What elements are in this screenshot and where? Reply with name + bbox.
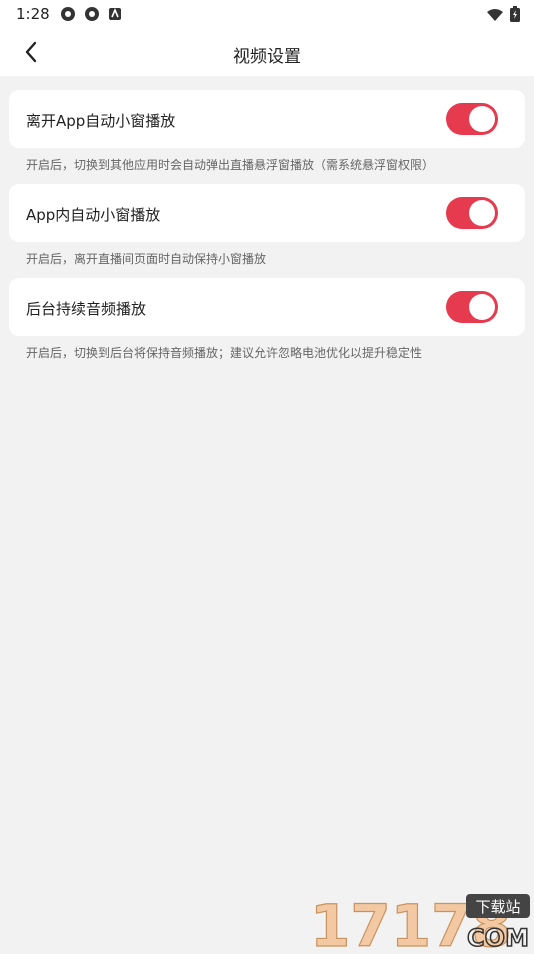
svg-text:COM: COM [467, 924, 529, 950]
leave-app-pip-toggle[interactable] [446, 103, 498, 135]
wifi-icon [486, 7, 504, 26]
toggle-knob [469, 294, 495, 320]
svg-text:下载站: 下载站 [475, 898, 520, 916]
toggle-knob [469, 106, 495, 132]
keyboard-notification-icon [108, 6, 124, 22]
app-notification-icon [84, 6, 100, 22]
toggle-knob [469, 200, 495, 226]
setting-description: 开启后，切换到其他应用时会自动弹出直播悬浮窗播放（需系统悬浮窗权限） [26, 158, 435, 172]
setting-label: 后台持续音频播放 [26, 300, 147, 318]
setting-label: 离开App自动小窗播放 [26, 112, 176, 130]
setting-description: 开启后，切换到后台将保持音频播放；建议允许忽略电池优化以提升稳定性 [26, 346, 423, 360]
page-title: 视频设置 [233, 47, 301, 67]
setting-description: 开启后，离开直播间页面时自动保持小窗播放 [26, 252, 267, 266]
battery-icon [510, 6, 520, 26]
app-header: 视频设置 [0, 28, 534, 76]
background-audio-toggle[interactable] [446, 291, 498, 323]
settings-list: 离开App自动小窗播放 开启后，切换到其他应用时会自动弹出直播悬浮窗播放（需系统… [9, 90, 525, 364]
notification-icons [60, 6, 124, 22]
status-time: 1:28 [16, 5, 50, 23]
system-status-icons [486, 6, 520, 26]
watermark-logo: 17178 下载站 COM [306, 890, 534, 954]
setting-card-in-app-pip: App内自动小窗播放 [9, 184, 525, 242]
setting-card-leave-app-pip: 离开App自动小窗播放 [9, 90, 525, 148]
status-bar: 1:28 [0, 0, 534, 28]
in-app-pip-toggle[interactable] [446, 197, 498, 229]
setting-label: App内自动小窗播放 [26, 206, 161, 224]
app-notification-icon [60, 6, 76, 22]
setting-card-background-audio: 后台持续音频播放 [9, 278, 525, 336]
